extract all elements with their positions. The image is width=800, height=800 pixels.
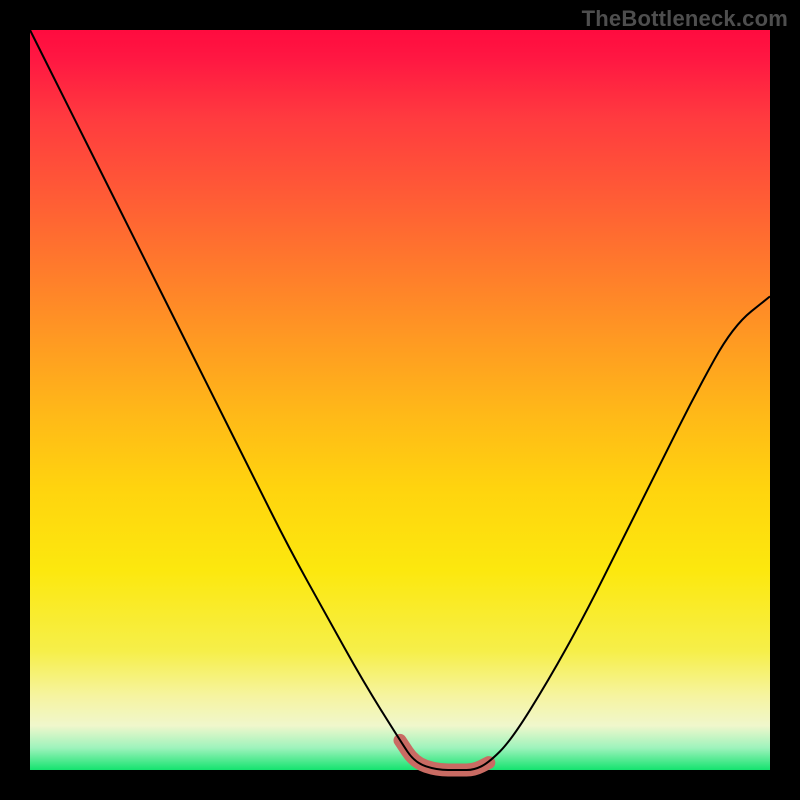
- chart-svg: [30, 30, 770, 770]
- bottleneck-curve: [30, 30, 770, 770]
- watermark-text: TheBottleneck.com: [582, 6, 788, 32]
- highlight-segment: [400, 740, 489, 770]
- chart-container: TheBottleneck.com: [0, 0, 800, 800]
